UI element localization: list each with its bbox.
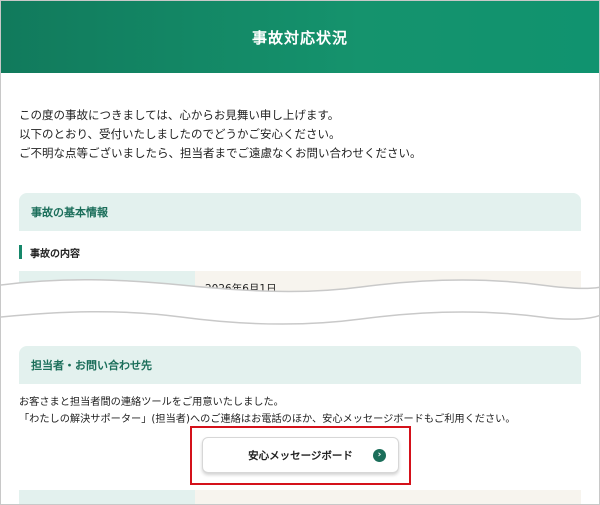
table-value-cell <box>195 490 581 504</box>
message-board-button-label: 安心メッセージボード <box>248 449 353 462</box>
contact-description: お客さまと担当者間の連絡ツールをご用意いたしました。 「わたしの解決サポーター」… <box>19 394 516 428</box>
message-board-button[interactable]: 安心メッセージボード › <box>202 437 399 473</box>
page-header: 事故対応状況 <box>1 1 599 73</box>
intro-line: 以下のとおり、受付いたしましたのでどうかご安心ください。 <box>19 127 341 141</box>
section-accident-info-header: 事故の基本情報 <box>19 193 581 231</box>
contact-line: お客さまと担当者間の連絡ツールをご用意いたしました。 <box>19 397 284 408</box>
table-header-cell <box>19 490 195 504</box>
page-frame: 事故対応状況 この度の事故につきましては、心からお見舞い申し上げます。 以下のと… <box>0 0 600 505</box>
intro-line: ご不明な点等ございましたら、担当者までご遠慮なくお問い合わせください。 <box>19 146 422 160</box>
contact-table <box>19 490 581 504</box>
accident-details-subheading: 事故の内容 <box>19 245 80 260</box>
intro-line: この度の事故につきましては、心からお見舞い申し上げます。 <box>19 108 340 122</box>
section-title: 担当者・お問い合わせ先 <box>31 359 152 372</box>
section-title: 事故の基本情報 <box>31 206 108 219</box>
chevron-right-circle-icon: › <box>373 449 386 462</box>
section-contact-header: 担当者・お問い合わせ先 <box>19 346 581 384</box>
intro-message: この度の事故につきましては、心からお見舞い申し上げます。 以下のとおり、受付いた… <box>19 106 422 163</box>
page-title: 事故対応状況 <box>251 28 348 47</box>
content-cutoff-wave <box>1 279 599 325</box>
